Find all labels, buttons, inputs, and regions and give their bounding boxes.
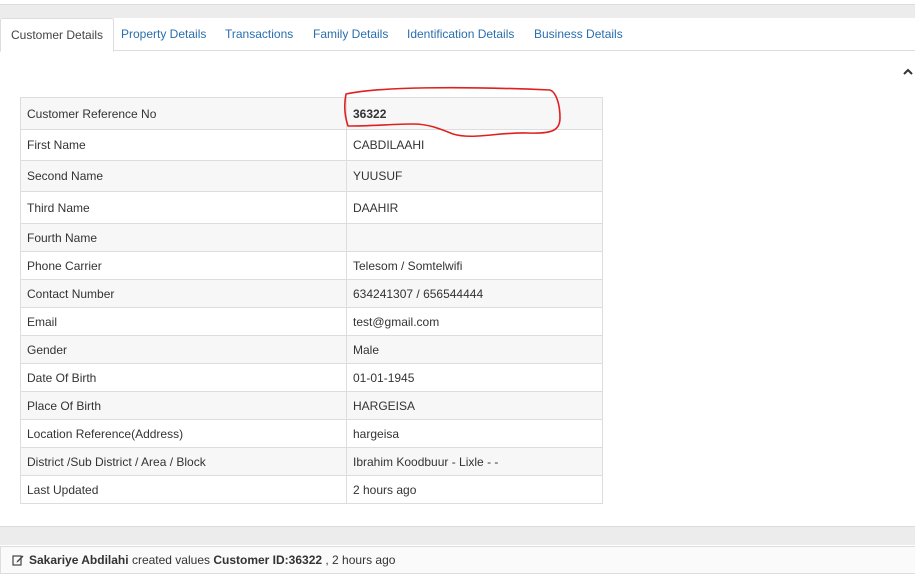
table-row: Gender Male [20, 335, 603, 364]
row-label: Contact Number [20, 279, 347, 308]
table-row: First Name CABDILAAHI [20, 129, 603, 161]
table-row: Date Of Birth 01-01-1945 [20, 363, 603, 392]
row-value: CABDILAAHI [346, 129, 603, 161]
row-label: Third Name [20, 191, 347, 224]
table-row: Location Reference(Address) hargeisa [20, 419, 603, 448]
activity-log-entry: Sakariye Abdilahi created values Custome… [0, 546, 915, 574]
row-label: Second Name [20, 160, 347, 192]
row-value: test@gmail.com [346, 307, 603, 336]
row-value: 634241307 / 656544444 [346, 279, 603, 308]
customer-details-table: Customer Reference No 36322 First Name C… [20, 97, 603, 504]
table-row: Third Name DAAHIR [20, 191, 603, 224]
row-value: HARGEISA [346, 391, 603, 420]
row-label: Phone Carrier [20, 251, 347, 280]
row-value: hargeisa [346, 419, 603, 448]
table-row: Second Name YUUSUF [20, 160, 603, 192]
row-value: 01-01-1945 [346, 363, 603, 392]
tab-transactions[interactable]: Transactions [225, 18, 293, 50]
tab-identification-details[interactable]: Identification Details [407, 18, 514, 50]
log-action: created values [128, 553, 214, 567]
row-value: DAAHIR [346, 191, 603, 224]
log-text: Sakariye Abdilahi created values Custome… [29, 547, 395, 573]
chevron-up-icon[interactable] [902, 66, 914, 78]
tab-property-details[interactable]: Property Details [121, 18, 206, 50]
row-value: YUUSUF [346, 160, 603, 192]
table-row: Email test@gmail.com [20, 307, 603, 336]
log-user: Sakariye Abdilahi [29, 553, 129, 567]
row-label: Place Of Birth [20, 391, 347, 420]
row-label: Gender [20, 335, 347, 364]
row-value: Ibrahim Koodbuur - Lixle - - [346, 447, 603, 476]
table-row: Phone Carrier Telesom / Somtelwifi [20, 251, 603, 280]
log-time: , 2 hours ago [322, 553, 396, 567]
row-label: Location Reference(Address) [20, 419, 347, 448]
table-row: Contact Number 634241307 / 656544444 [20, 279, 603, 308]
edit-icon [12, 555, 24, 566]
top-panel-strip [0, 4, 915, 19]
table-row: Place Of Birth HARGEISA [20, 391, 603, 420]
row-label: Date Of Birth [20, 363, 347, 392]
tab-customer-details[interactable]: Customer Details [0, 18, 115, 52]
top-panel-edge [0, 0, 915, 19]
bottom-panel-strip [0, 526, 915, 545]
row-label: Fourth Name [20, 223, 347, 252]
table-row: Fourth Name [20, 223, 603, 252]
row-label: First Name [20, 129, 347, 161]
log-subject: Customer ID:36322 [213, 553, 323, 567]
table-row: Last Updated 2 hours ago [20, 475, 603, 504]
row-label: Last Updated [20, 475, 347, 504]
row-label: Email [20, 307, 347, 336]
tab-business-details[interactable]: Business Details [534, 18, 623, 50]
row-label: District /Sub District / Area / Block [20, 447, 347, 476]
tab-bar: Customer Details Property Details Transa… [0, 18, 915, 52]
row-label: Customer Reference No [20, 97, 347, 130]
tab-family-details[interactable]: Family Details [313, 18, 388, 50]
table-row: Customer Reference No 36322 [20, 97, 603, 130]
row-value: Telesom / Somtelwifi [346, 251, 603, 280]
row-value: 2 hours ago [346, 475, 603, 504]
table-row: District /Sub District / Area / Block Ib… [20, 447, 603, 476]
row-value: Male [346, 335, 603, 364]
row-value: 36322 [346, 97, 603, 130]
row-value [346, 223, 603, 252]
